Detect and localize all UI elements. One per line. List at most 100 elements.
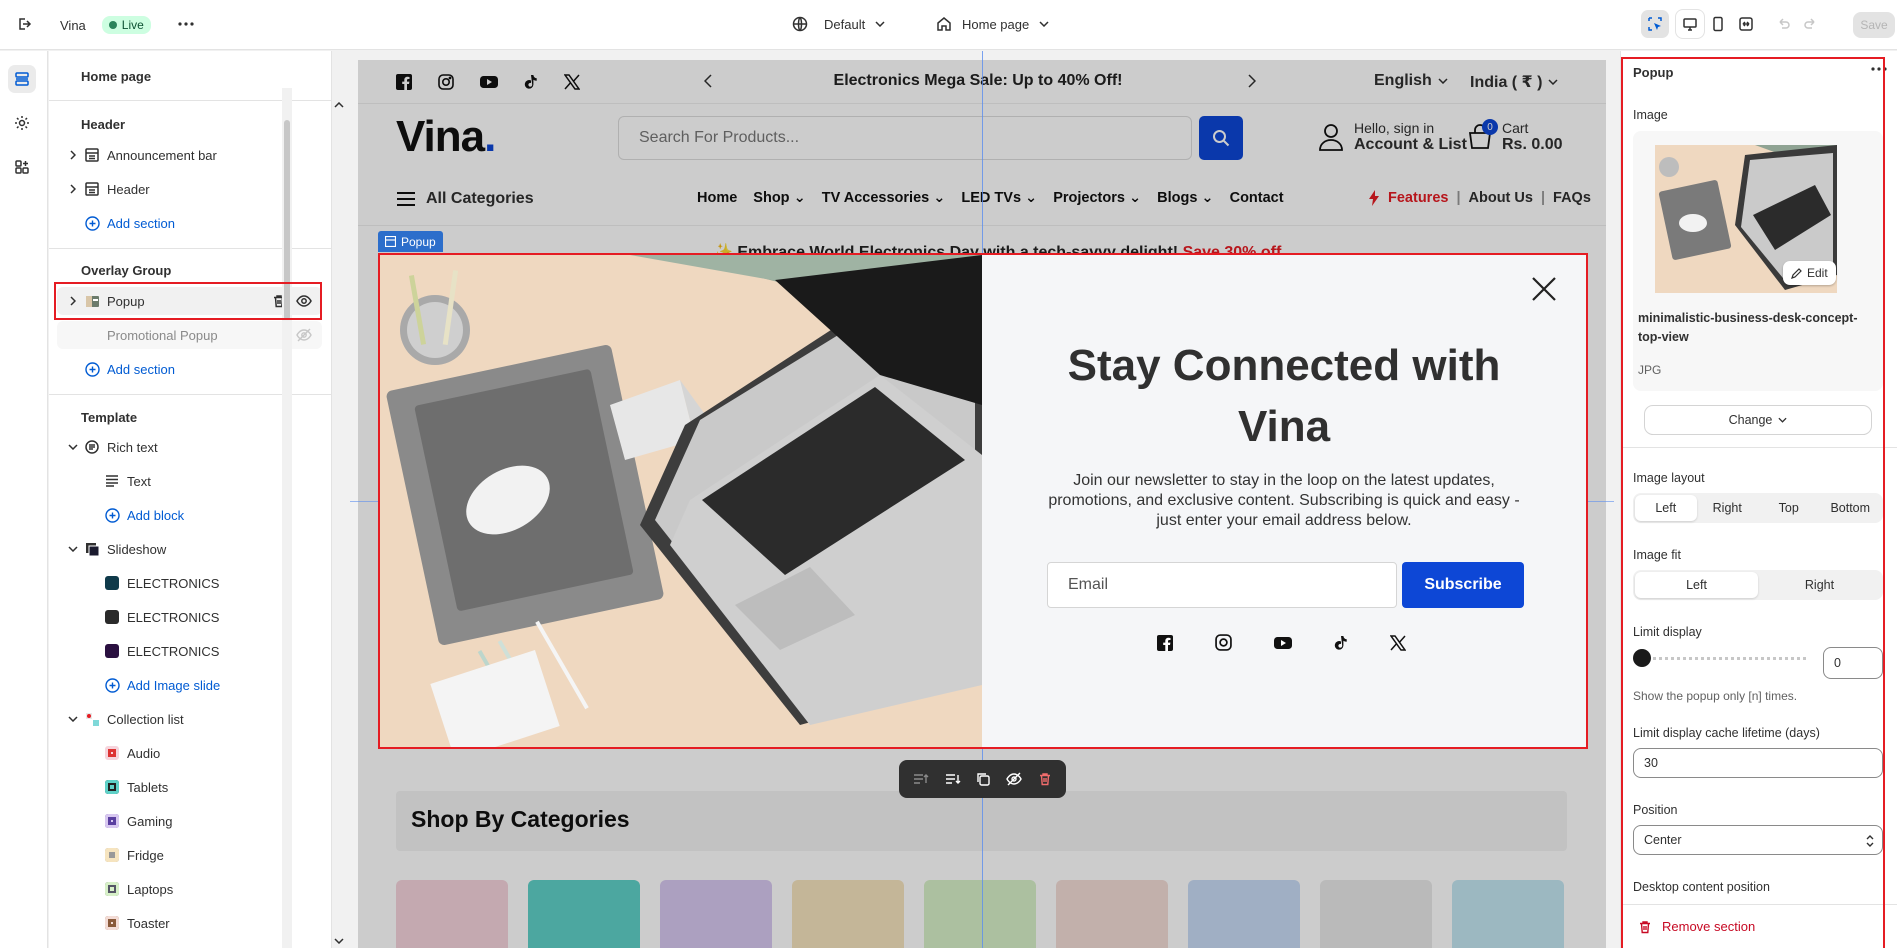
live-label: Live	[121, 18, 144, 32]
eye-hidden-icon[interactable]	[296, 328, 312, 342]
instagram-icon[interactable]	[1215, 634, 1232, 651]
sidebar-item-label: Popup	[107, 293, 145, 309]
undo-glyph	[1779, 18, 1790, 29]
eye-icon[interactable]	[296, 294, 312, 308]
settings-gear-icon[interactable]	[8, 109, 36, 137]
slideshow-icon	[83, 540, 101, 558]
sidebar-item-label: Slideshow	[107, 541, 167, 557]
more-options-icon[interactable]	[172, 10, 200, 38]
left-rail	[0, 51, 48, 948]
fullwidth-view-icon[interactable]	[1732, 10, 1760, 38]
image-fit-option-left[interactable]: Left	[1635, 572, 1758, 598]
move-up-icon[interactable]	[913, 772, 929, 786]
store-name[interactable]: Vina	[60, 18, 86, 33]
desktop-view-icon[interactable]	[1676, 10, 1704, 38]
youtube-icon[interactable]	[1274, 636, 1292, 650]
gear-glyph	[15, 116, 29, 130]
template-group-label: Template	[81, 410, 138, 425]
subscribe-button[interactable]: Subscribe	[1402, 562, 1524, 608]
duplicate-icon[interactable]	[976, 772, 991, 786]
change-image-button[interactable]: Change	[1645, 406, 1871, 434]
popup-section-tag[interactable]: Popup	[378, 231, 443, 252]
collection-thumbnail-icon	[103, 846, 121, 864]
remove-section-button[interactable]: Remove section	[1638, 919, 1755, 934]
cache-lifetime-input[interactable]: 30	[1633, 748, 1883, 778]
tiktok-icon[interactable]	[1334, 635, 1348, 651]
sidebar-item-label: Rich text	[107, 439, 158, 455]
add-image-slide-label: Add Image slide	[127, 677, 221, 693]
image-layout-segmented: Left Right Top Bottom	[1633, 493, 1883, 523]
add-section-label: Add section	[107, 361, 175, 377]
image-label: Image	[1633, 108, 1668, 122]
plus-circle-icon	[83, 360, 101, 378]
image-fit-label: Image fit	[1633, 548, 1681, 562]
sidebar-item-label: Announcement bar	[107, 147, 217, 163]
panel-more-icon[interactable]	[1871, 67, 1887, 71]
add-block-label: Add block	[127, 507, 185, 523]
popup-heading: Stay Connected with Vina	[1067, 341, 1501, 451]
inspector-icon[interactable]	[1641, 10, 1669, 38]
limit-display-slider[interactable]	[1633, 649, 1808, 667]
scroll-down-icon[interactable]	[334, 938, 344, 944]
limit-display-help: Show the popup only [n] times.	[1633, 689, 1798, 703]
settings-panel: Popup Image Edit minimalistic-business-d…	[1620, 51, 1897, 948]
sections-icon[interactable]	[8, 65, 36, 93]
collection-thumbnail-icon	[103, 914, 121, 932]
apps-icon[interactable]	[8, 153, 36, 181]
move-down-icon[interactable]	[945, 772, 961, 786]
sidebar-item-label: ELECTRONICS	[127, 643, 220, 659]
limit-display-input[interactable]: 0	[1823, 647, 1883, 679]
image-fit-option-right[interactable]: Right	[1758, 572, 1881, 598]
collection-thumbnail-icon	[103, 778, 121, 796]
delete-trash-icon[interactable]	[1038, 772, 1052, 786]
panel-title: Popup	[1633, 65, 1674, 80]
popup-social-links	[1157, 634, 1406, 651]
undo-icon[interactable]	[1769, 10, 1797, 38]
chevron-down-icon	[1778, 417, 1787, 423]
image-layout-option-bottom[interactable]: Bottom	[1820, 495, 1882, 521]
collection-thumbnail-icon	[103, 744, 121, 762]
chevron-down-icon	[1039, 21, 1049, 27]
image-layout-option-left[interactable]: Left	[1635, 495, 1697, 521]
cache-lifetime-label: Limit display cache lifetime (days)	[1633, 726, 1820, 740]
plus-circle-icon	[83, 214, 101, 232]
newsletter-popup: Stay Connected with Vina Join our newsle…	[380, 255, 1586, 747]
slider-thumb[interactable]	[1633, 649, 1651, 667]
slide-thumbnail-icon	[103, 608, 121, 626]
select-arrows-icon	[1866, 835, 1874, 847]
mobile-glyph	[1713, 16, 1723, 32]
image-file-type: JPG	[1638, 363, 1662, 377]
fullwidth-glyph	[1739, 17, 1753, 31]
close-icon[interactable]	[1530, 275, 1558, 303]
popup-email-input[interactable]: Email	[1047, 562, 1397, 608]
scroll-up-icon[interactable]	[334, 102, 344, 108]
mobile-view-icon[interactable]	[1704, 10, 1732, 38]
sidebar-item-label: Text	[127, 473, 151, 489]
image-layout-option-top[interactable]: Top	[1758, 495, 1820, 521]
redo-icon[interactable]	[1797, 10, 1825, 38]
exit-icon[interactable]	[10, 10, 38, 38]
image-layout-option-right[interactable]: Right	[1697, 495, 1759, 521]
sidebar-item-label: Fridge	[127, 847, 164, 863]
sidebar-item-label: Collection list	[107, 711, 184, 727]
image-fit-segmented: Left Right	[1633, 570, 1883, 600]
page-label: Home page	[962, 16, 1030, 32]
position-select[interactable]: Center	[1633, 825, 1883, 855]
save-button[interactable]: Save	[1853, 12, 1895, 38]
popup-body-text: Join our newsletter to stay in the loop …	[1048, 472, 1520, 529]
add-section-label: Add section	[107, 215, 175, 231]
edit-image-button[interactable]: Edit	[1783, 261, 1836, 285]
facebook-icon[interactable]	[1157, 634, 1173, 651]
home-icon	[937, 17, 951, 31]
sidebar-item-label: Header	[107, 181, 150, 197]
theme-selector[interactable]: Default	[792, 16, 885, 32]
x-twitter-icon[interactable]	[1390, 634, 1406, 651]
page-selector[interactable]: Home page	[936, 16, 1049, 32]
sidebar-scroll-thumb[interactable]	[284, 120, 290, 320]
live-badge: Live	[101, 16, 151, 34]
email-placeholder: Email	[1068, 576, 1109, 593]
sidebar-item-label: Gaming	[127, 813, 173, 829]
hide-icon[interactable]	[1006, 772, 1023, 786]
image-layout-label: Image layout	[1633, 471, 1705, 485]
section-layout-icon	[83, 146, 101, 164]
